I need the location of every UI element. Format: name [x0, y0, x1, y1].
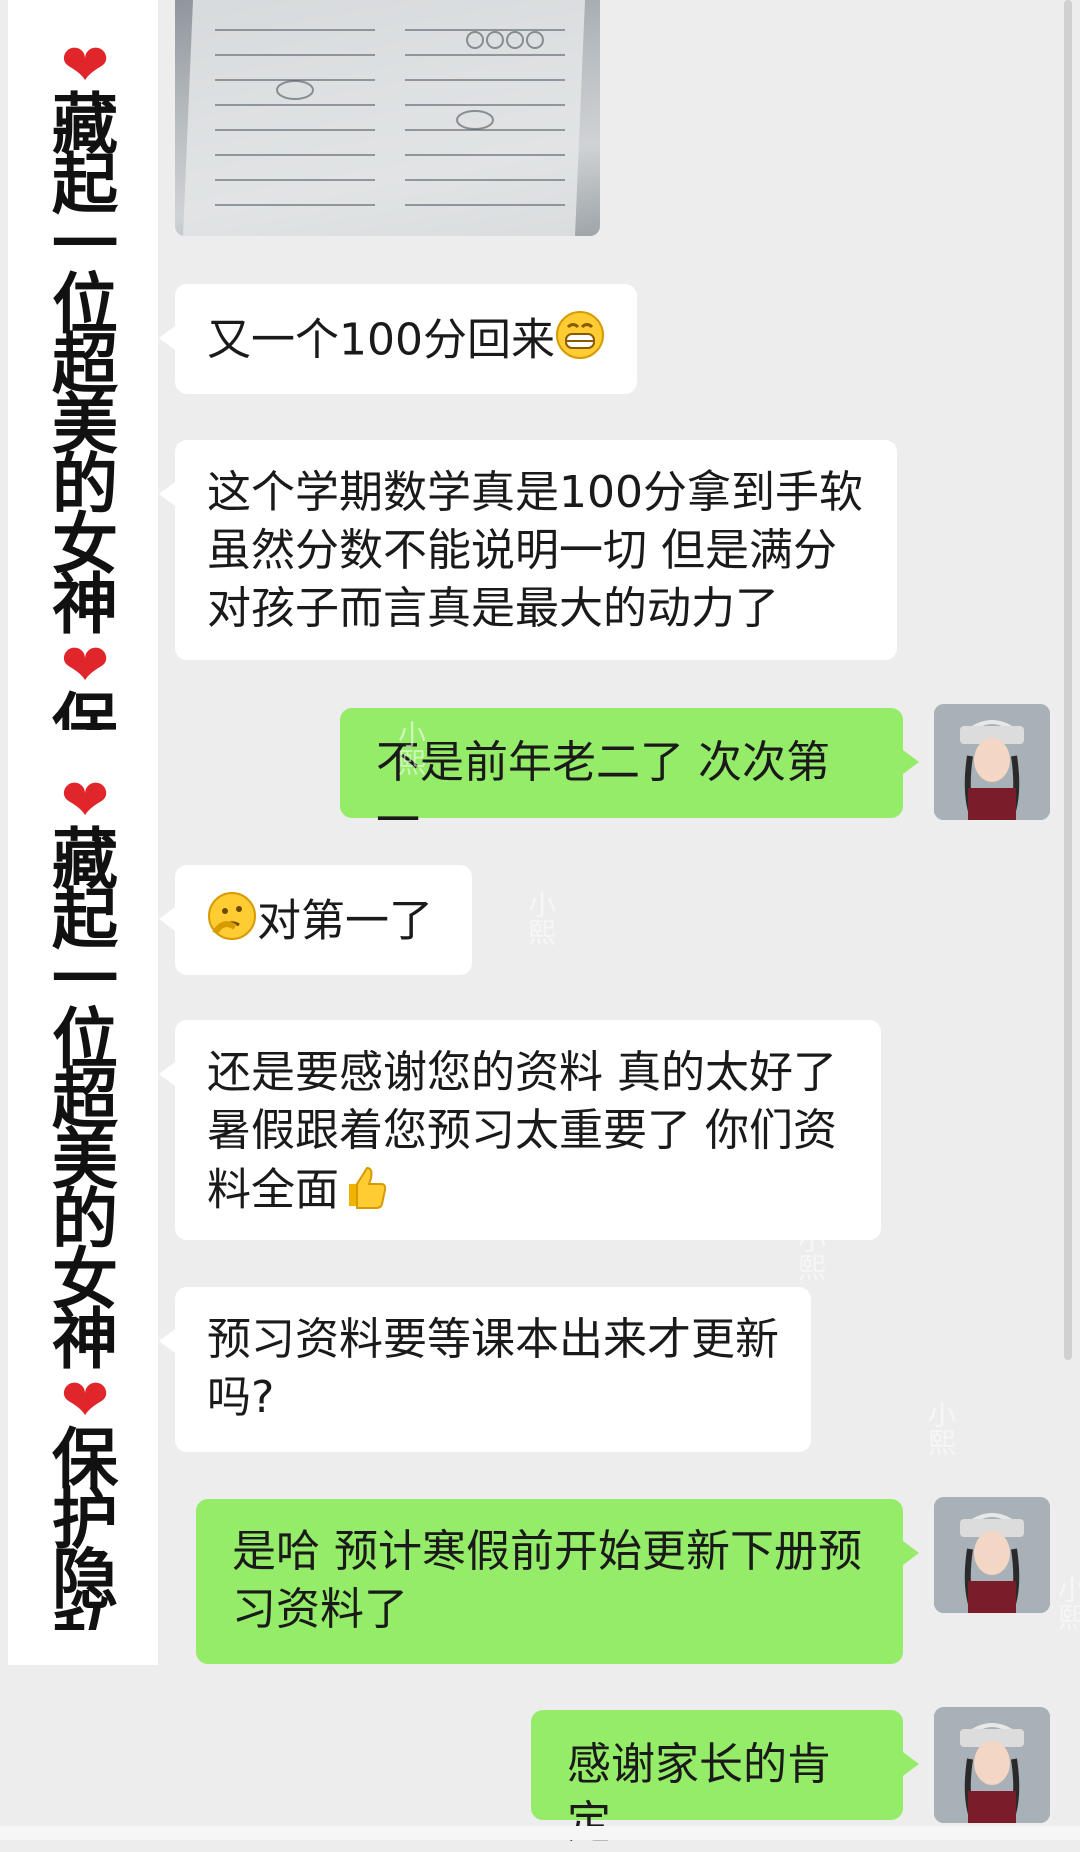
- exam-paper-photo-message[interactable]: [175, 0, 600, 236]
- message-text-line: 习资料了: [232, 1584, 408, 1635]
- privacy-char: 神: [52, 566, 118, 643]
- message-text-line: 吗?: [207, 1372, 275, 1423]
- thinking-face-icon: [207, 891, 257, 956]
- privacy-char: 神: [52, 1301, 118, 1378]
- privacy-label-column-2: ❤ 藏 起 一 位 超 美 的 女 神 ❤ 保 护 隐 私: [30, 770, 140, 1630]
- watermark-text: 小熙: [924, 1400, 957, 1456]
- watermark-text: 小熙: [794, 1225, 827, 1281]
- message-text-line: 还是要感谢您的资料 真的太好了: [207, 1047, 837, 1098]
- watermark-text: 小熙: [394, 720, 427, 776]
- scrollbar[interactable]: [1064, 0, 1072, 1360]
- message-text: 料全面: [207, 1164, 339, 1216]
- incoming-message-bubble[interactable]: 对第一了: [159, 865, 472, 975]
- message-text-line: 虽然分数不能说明一切 但是满分: [207, 525, 837, 576]
- message-text: 对第一了: [257, 895, 433, 947]
- privacy-char: 保: [52, 686, 118, 731]
- message-text: 又一个100分回来: [207, 314, 555, 366]
- avatar[interactable]: [934, 1707, 1050, 1823]
- incoming-message-bubble[interactable]: 这个学期数学真是100分拿到手软 虽然分数不能说明一切 但是满分 对孩子而言真是…: [159, 440, 897, 660]
- bottom-edge: [0, 1826, 1080, 1840]
- grinning-face-icon: [555, 310, 605, 375]
- privacy-label-strip: ❤ 藏 起 一 位 超 美 的 女 神 ❤ 保 护 ❤ 藏 起 一 位 超 美 …: [8, 0, 158, 1665]
- message-text-line: 暑假跟着您预习太重要了 你们资: [207, 1105, 837, 1156]
- watermark-text: 小熙: [1054, 1575, 1080, 1631]
- message-text-line: 这个学期数学真是100分拿到手软: [207, 467, 863, 518]
- exam-paper-image: [183, 0, 585, 236]
- outgoing-message-bubble[interactable]: 感谢家长的肯定: [531, 1710, 919, 1848]
- message-text-line: 料全面: [207, 1160, 849, 1225]
- watermark-text: 小熙: [524, 890, 557, 946]
- incoming-message-bubble[interactable]: 又一个100分回来: [159, 284, 637, 394]
- message-text-line: 是哈 预计寒假前开始更新下册预: [232, 1526, 862, 1577]
- privacy-label-column-1: ❤ 藏 起 一 位 超 美 的 女 神 ❤ 保 护: [30, 35, 140, 730]
- avatar[interactable]: [934, 1497, 1050, 1613]
- message-text-line: 预习资料要等课本出来才更新: [207, 1314, 779, 1365]
- message-text-line: 对孩子而言真是最大的动力了: [207, 583, 779, 634]
- incoming-message-bubble[interactable]: 预习资料要等课本出来才更新 吗?: [159, 1287, 811, 1452]
- message-text: 不是前年老二了 次次第一: [376, 737, 830, 846]
- incoming-message-bubble[interactable]: 还是要感谢您的资料 真的太好了 暑假跟着您预习太重要了 你们资 料全面: [159, 1020, 881, 1240]
- privacy-char: 私: [52, 1607, 118, 1631]
- thumbs-up-icon: [339, 1160, 389, 1225]
- avatar[interactable]: [934, 704, 1050, 820]
- outgoing-message-bubble[interactable]: 是哈 预计寒假前开始更新下册预 习资料了: [196, 1499, 919, 1664]
